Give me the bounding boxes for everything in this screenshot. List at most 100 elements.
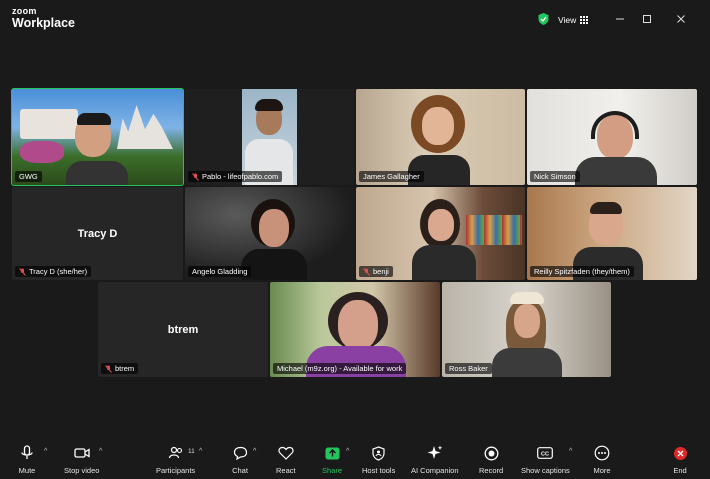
share-options-caret[interactable]: ^	[346, 448, 349, 455]
more-dots-icon	[594, 445, 610, 461]
participant-name-gwg: GWG	[15, 171, 42, 182]
more-button[interactable]: More	[593, 444, 611, 475]
person-face	[428, 209, 454, 241]
person-face	[514, 304, 540, 338]
more-label: More	[593, 466, 611, 475]
record-button[interactable]: Record	[479, 444, 503, 475]
video-camera-icon	[74, 448, 90, 458]
security-shield-icon[interactable]	[538, 13, 549, 25]
participant-name-angelo: Angelo Gladding	[188, 266, 252, 277]
end-label: End	[673, 466, 687, 475]
close-icon	[677, 15, 685, 23]
name-label: Angelo Gladding	[192, 267, 248, 276]
video-tile-tracy[interactable]: Tracy D Tracy D (she/her)	[12, 187, 183, 280]
sparkle-icon	[427, 445, 443, 459]
chat-label: Chat	[232, 466, 248, 475]
participants-options-caret[interactable]: ^	[199, 448, 202, 455]
chat-button[interactable]: Chat	[231, 444, 249, 475]
video-options-caret[interactable]: ^	[99, 448, 102, 455]
microphone-icon	[21, 445, 33, 459]
participants-label: Participants	[156, 466, 196, 475]
muted-mic-icon	[192, 172, 199, 181]
name-label: Tracy D (she/her)	[29, 267, 88, 276]
show-captions-label: Show captions	[521, 466, 570, 475]
video-tile-reilly[interactable]: Reilly Spitzfaden (they/them)	[527, 187, 697, 280]
muted-mic-icon	[105, 364, 112, 373]
participant-display-name: Tracy D	[77, 227, 118, 240]
person-hair	[590, 202, 622, 214]
video-tile-pablo[interactable]: Pablo - lifeofpablo.com	[185, 89, 354, 185]
video-tile-michael[interactable]: Michael (m9z.org) - Available for work	[270, 282, 440, 377]
end-call-icon	[673, 446, 687, 460]
muted-mic-icon	[19, 267, 26, 276]
name-label: benji	[373, 267, 389, 276]
minimize-button[interactable]	[613, 12, 627, 26]
person-body	[575, 157, 657, 185]
mute-options-caret[interactable]: ^	[44, 448, 47, 455]
captions-icon: CC	[537, 447, 554, 459]
shield-icon	[372, 445, 385, 461]
participant-name-pablo: Pablo - lifeofpablo.com	[188, 171, 283, 182]
view-button[interactable]: View	[558, 12, 589, 28]
mute-button[interactable]: Mute	[18, 444, 36, 475]
video-tile-angelo[interactable]: Angelo Gladding	[185, 187, 354, 280]
video-tile-btrem[interactable]: btrem btrem	[98, 282, 268, 377]
chat-options-caret[interactable]: ^	[253, 448, 256, 455]
mute-label: Mute	[18, 466, 36, 475]
person-cap	[77, 113, 111, 125]
name-label: Pablo - lifeofpablo.com	[202, 172, 279, 181]
minimize-icon	[616, 18, 624, 20]
participants-icon	[168, 446, 182, 459]
name-label: Michael (m9z.org) - Available for work	[277, 364, 403, 373]
ai-companion-button[interactable]: AI Companion	[411, 444, 459, 475]
participant-display-name: btrem	[167, 323, 199, 336]
participant-name-nick: Nick Simson	[530, 171, 580, 182]
title-bar: zoom Workplace View	[0, 0, 710, 38]
person-hair	[255, 99, 283, 111]
stop-video-label: Stop video	[64, 466, 100, 475]
flowers	[20, 141, 64, 163]
person-face	[338, 300, 378, 350]
person-body	[492, 348, 562, 377]
maximize-button[interactable]	[640, 12, 654, 26]
name-label: Reilly Spitzfaden (they/them)	[534, 267, 630, 276]
captions-options-caret[interactable]: ^	[569, 448, 572, 455]
record-label: Record	[479, 466, 504, 475]
participant-name-reilly: Reilly Spitzfaden (they/them)	[530, 266, 634, 277]
name-label: GWG	[19, 172, 38, 181]
shelf-figures	[466, 215, 522, 245]
chat-bubble-icon	[233, 446, 247, 460]
name-label: btrem	[115, 364, 135, 373]
share-screen-icon	[325, 447, 339, 459]
close-button[interactable]	[674, 12, 688, 26]
participant-name-michael: Michael (m9z.org) - Available for work	[273, 363, 407, 374]
host-tools-button[interactable]: Host tools	[362, 444, 395, 475]
view-label: View	[558, 15, 577, 25]
ai-companion-label: AI Companion	[411, 466, 459, 475]
maximize-icon	[643, 15, 651, 23]
participant-name-tracy: Tracy D (she/her)	[15, 266, 92, 277]
video-tile-benji[interactable]: benji	[356, 187, 525, 280]
brand-top: zoom	[12, 6, 37, 16]
person-body	[66, 161, 128, 185]
video-tile-james[interactable]: James Gallagher	[356, 89, 525, 185]
end-button[interactable]: End	[671, 444, 689, 475]
participants-count: 11	[188, 448, 195, 455]
meeting-toolbar: Mute ^ Stop video ^ Participants 11 ^ Ch…	[0, 440, 710, 479]
brand-bottom: Workplace	[12, 16, 75, 30]
person-body	[412, 245, 476, 280]
participant-name-btrem: btrem	[101, 363, 139, 374]
person-face	[422, 107, 454, 145]
name-label: James Gallagher	[363, 172, 420, 181]
participant-name-ross: Ross Baker	[445, 363, 492, 374]
show-captions-button[interactable]: CC Show captions	[521, 444, 570, 475]
video-tile-ross[interactable]: Ross Baker	[442, 282, 611, 377]
svg-text:CC: CC	[541, 451, 549, 457]
video-tile-nick[interactable]: Nick Simson	[527, 89, 697, 185]
share-button[interactable]: Share	[322, 444, 342, 475]
react-label: React	[276, 466, 296, 475]
video-tile-gwg[interactable]: GWG	[11, 88, 184, 186]
name-label: Nick Simson	[534, 172, 576, 181]
stop-video-button[interactable]: Stop video	[64, 444, 99, 475]
react-button[interactable]: React	[276, 444, 296, 475]
